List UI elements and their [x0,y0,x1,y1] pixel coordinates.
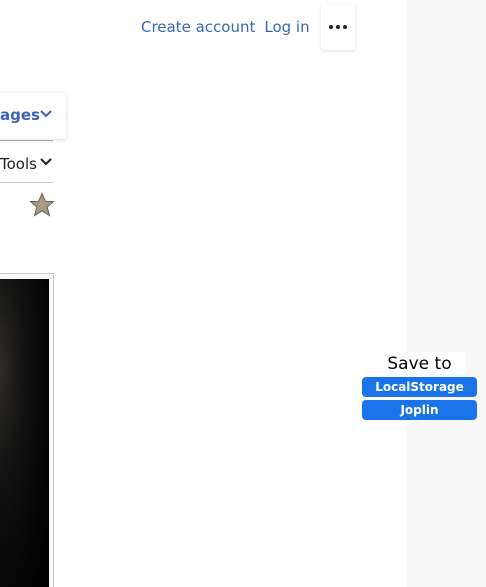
article-page: Create account Log in ages Tools [0,0,407,587]
save-to-panel: Save to LocalStorage Joplin [362,352,477,420]
star-icon[interactable] [29,192,55,218]
article-image[interactable] [0,279,49,587]
save-localstorage-button[interactable]: LocalStorage [362,377,477,397]
save-to-title: Save to [373,352,466,374]
log-in-link[interactable]: Log in [264,17,309,37]
divider [0,140,53,141]
ellipsis-icon [328,25,349,29]
chevron-down-icon [40,110,52,118]
create-account-link[interactable]: Create account [141,17,255,37]
chevron-down-icon [40,158,52,166]
more-options-button[interactable] [321,4,355,50]
tools-label[interactable]: Tools [0,155,37,173]
page-gutter [407,0,486,587]
divider [0,182,53,183]
save-joplin-button[interactable]: Joplin [362,400,477,420]
personal-tools: Create account Log in [141,17,310,37]
languages-label[interactable]: ages [0,106,40,124]
